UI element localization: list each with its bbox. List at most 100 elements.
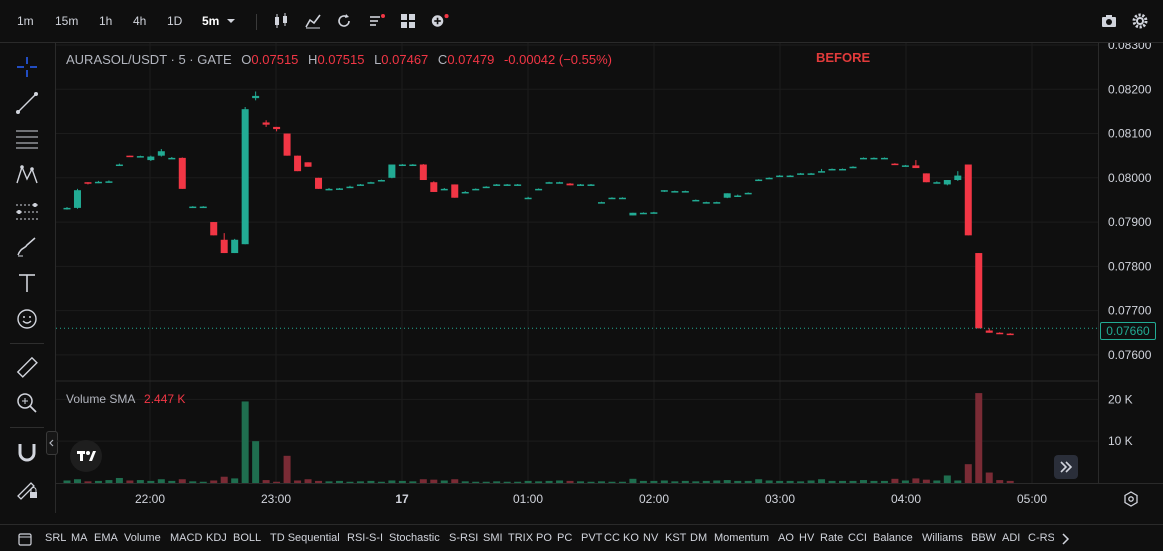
candle-body: [503, 184, 511, 186]
timeframe-1h[interactable]: 1h: [99, 14, 112, 28]
tradingview-logo[interactable]: [70, 440, 102, 472]
timeframe-1d[interactable]: 1D: [167, 14, 182, 28]
candle-body: [231, 239, 239, 254]
candle-body: [985, 330, 993, 333]
indicator-ao[interactable]: AO: [778, 532, 794, 544]
candle-body: [514, 184, 522, 186]
candle-body: [367, 182, 375, 184]
timeframe-4h[interactable]: 4h: [133, 14, 146, 28]
candlestick-chart[interactable]: [56, 43, 1098, 483]
candle-body: [63, 207, 71, 210]
camera-icon[interactable]: [1100, 12, 1118, 30]
symbol-title[interactable]: AURASOL/USDT · 5 · GATE: [66, 52, 232, 67]
chevron-down-icon[interactable]: [224, 14, 238, 28]
time-tick-label: 22:00: [135, 492, 165, 506]
indicator-pc[interactable]: PC: [557, 532, 572, 544]
fib-retracement-icon[interactable]: [15, 127, 39, 151]
pattern-icon[interactable]: [15, 163, 39, 187]
candle-body: [922, 173, 930, 183]
indicator-po[interactable]: PO: [536, 532, 552, 544]
indicator-c-rsi[interactable]: C-RSI: [1028, 532, 1054, 544]
add-alert-icon[interactable]: [431, 12, 449, 30]
indicator-bbw[interactable]: BBW: [971, 532, 996, 544]
indicator-adi[interactable]: ADI: [1002, 532, 1020, 544]
trend-line-icon[interactable]: [15, 91, 39, 115]
candle-body: [577, 184, 585, 186]
indicator-rate[interactable]: Rate: [820, 532, 843, 544]
indicator-macd[interactable]: MACD: [170, 532, 202, 544]
time-axis[interactable]: 22:00 23:00 17 01:00 02:00 03:00 04:00 05:00: [56, 483, 1163, 514]
chevron-right-icon[interactable]: [1060, 532, 1072, 546]
zoom-in-icon[interactable]: [15, 391, 39, 415]
indicator-td-sequential[interactable]: TD Sequential: [270, 532, 340, 544]
candle-body: [713, 202, 721, 204]
indicator-volume[interactable]: Volume: [124, 532, 161, 544]
time-tick-label: 05:00: [1017, 492, 1047, 506]
scroll-to-realtime-button[interactable]: [1054, 455, 1078, 479]
price-tick-label: 0.07800: [1108, 259, 1152, 273]
brush-icon[interactable]: [15, 235, 39, 259]
indicator-rsi-s-i[interactable]: RSI-S-I: [347, 532, 383, 544]
candlestick-type-icon[interactable]: [272, 12, 290, 30]
double-chevron-right-icon: [1060, 461, 1073, 473]
indicator-kdj[interactable]: KDJ: [206, 532, 227, 544]
magnet-icon[interactable]: [15, 440, 39, 464]
lock-drawings-icon[interactable]: [15, 476, 39, 500]
indicator-williams[interactable]: Williams: [922, 532, 963, 544]
indicator-smi[interactable]: SMI: [483, 532, 503, 544]
ruler-icon[interactable]: [15, 355, 39, 379]
indicator-pvt[interactable]: PVT: [581, 532, 602, 544]
crosshair-icon[interactable]: [15, 55, 39, 79]
indicators-icon[interactable]: [304, 12, 322, 30]
time-tick-label: 01:00: [513, 492, 543, 506]
price-tick-label: 0.08300: [1108, 43, 1152, 52]
volume-bar: [241, 401, 249, 483]
replay-icon[interactable]: [335, 12, 353, 30]
candle-body: [807, 173, 815, 175]
candle-body: [304, 162, 312, 167]
indicator-dm[interactable]: DM: [690, 532, 707, 544]
candle-body: [241, 109, 249, 245]
indicator-balance[interactable]: Balance: [873, 532, 913, 544]
indicator-srl[interactable]: SRL: [45, 532, 66, 544]
toolbar-divider: [256, 14, 257, 30]
volume-sma-label[interactable]: Volume SMA: [66, 392, 135, 406]
templates-icon[interactable]: [368, 12, 386, 30]
timeframe-1m[interactable]: 1m: [17, 14, 34, 28]
candle-body: [786, 175, 794, 178]
indicator-trix[interactable]: TRIX: [508, 532, 533, 544]
indicator-ma[interactable]: MA: [71, 532, 88, 544]
text-tool-icon[interactable]: [15, 271, 39, 295]
candle-body: [94, 181, 102, 184]
indicator-cci[interactable]: CCI: [848, 532, 867, 544]
settings-icon[interactable]: [1131, 12, 1149, 30]
open-value: 0.07515: [251, 52, 299, 67]
candle-body: [545, 182, 553, 184]
candle-body: [157, 151, 165, 156]
indicator-s-rsi[interactable]: S-RSI: [449, 532, 478, 544]
indicator-nv[interactable]: NV: [643, 532, 658, 544]
indicator-kst[interactable]: KST: [665, 532, 686, 544]
last-price-tag: 0.07660: [1100, 322, 1156, 340]
emoji-icon[interactable]: [15, 307, 39, 331]
candle-body: [482, 186, 490, 189]
indicator-cc[interactable]: CC: [604, 532, 620, 544]
price-tick-label: 0.08000: [1108, 171, 1152, 185]
indicator-momentum[interactable]: Momentum: [714, 532, 769, 544]
indicator-ema[interactable]: EMA: [94, 532, 118, 544]
layouts-icon[interactable]: [399, 12, 417, 30]
candle-body: [776, 175, 784, 178]
candle-body: [880, 157, 888, 160]
indicator-stochastic[interactable]: Stochastic: [389, 532, 440, 544]
indicator-hv[interactable]: HV: [799, 532, 814, 544]
timeframe-15m[interactable]: 15m: [55, 14, 78, 28]
calendar-icon[interactable]: [18, 532, 32, 546]
price-axis[interactable]: 0.08300 0.08200 0.08100 0.08000 0.07900 0.078…: [1098, 43, 1163, 483]
prediction-icon[interactable]: [15, 199, 39, 223]
candle-body: [681, 191, 689, 193]
volume-bar: [283, 455, 291, 483]
timeframe-5m-selected[interactable]: 5m: [202, 14, 219, 28]
indicator-ko[interactable]: KO: [623, 532, 639, 544]
candle-body: [734, 195, 742, 198]
indicator-boll[interactable]: BOLL: [233, 532, 261, 544]
